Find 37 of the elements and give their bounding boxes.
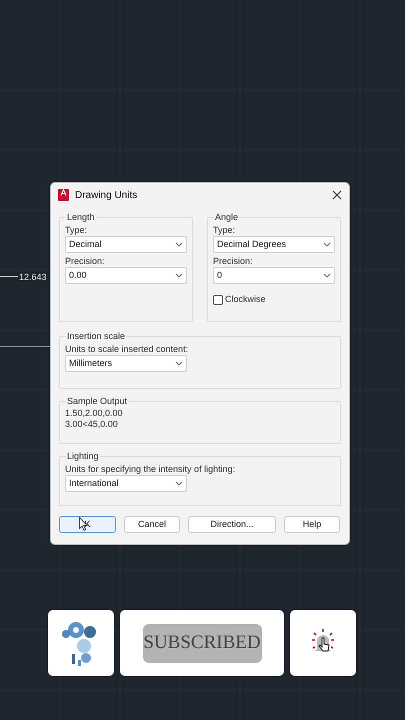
group-legend: Angle [214,212,240,223]
dialog-button[interactable]: Help [284,516,340,533]
window-title: Drawing Units [75,188,138,202]
sample-output-line: 3.00<45,0.00 [65,419,119,430]
dialog-button[interactable]: Cancel [124,516,180,533]
sample-output-line: 1.50,2.00,0.00 [65,408,124,419]
clockwise-checkbox[interactable] [213,294,223,305]
dropdown[interactable]: Millimeters [65,355,187,372]
field-label: Precision: [213,255,254,267]
group-legend: Lighting [66,451,100,462]
dimension-line [0,276,18,277]
field-label: Units to scale inserted content: [65,343,190,355]
chevron-down-icon [175,481,183,486]
field-label: Units for specifying the intensity of lighting: [65,463,236,475]
chevron-down-icon [175,242,183,247]
checkbox-label: Clockwise [225,293,266,306]
drawing-line [0,346,50,347]
dropdown[interactable]: 0.00 [65,267,187,284]
dimension-text: 12.643 [19,271,47,284]
dropdown[interactable]: 0 [213,267,335,284]
chevron-down-icon [323,242,331,247]
field-label: Type: [213,224,236,236]
subscribed-button[interactable]: SUBSCRIBED [142,624,262,662]
chevron-down-icon [323,273,331,278]
chevron-down-icon [175,273,183,278]
dropdown[interactable]: Decimal Degrees [213,236,335,253]
dropdown[interactable]: Decimal [65,236,187,253]
field-label: Precision: [65,255,106,267]
field-label: Type: [65,224,88,236]
chevron-down-icon [175,361,183,366]
app-logo-icon [58,189,69,201]
group-legend: Length [66,212,96,223]
close-icon[interactable] [332,190,342,200]
dialog-button[interactable]: Direction... [188,516,276,533]
group-legend: Insertion scale [66,331,126,342]
dropdown[interactable]: International [65,475,187,492]
group-legend: Sample Output [66,396,128,407]
